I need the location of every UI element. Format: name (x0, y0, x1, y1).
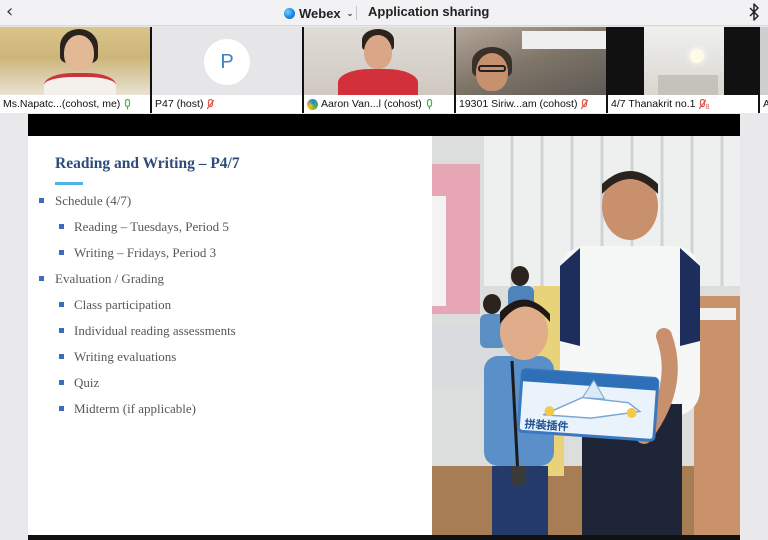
slide-title: Reading and Writing – P4/7 (55, 155, 240, 172)
participant-video (456, 27, 606, 95)
bullet-marker (59, 380, 64, 385)
slide-bullet-level2: Quiz (74, 375, 100, 390)
bullet-marker (59, 302, 64, 307)
participant-tile-1[interactable]: Ms.Napatc...(cohost, me) (0, 27, 152, 113)
participant-name-bar: 19301 Siriw...am (cohost) (456, 95, 606, 113)
participant-strip: Ms.Napatc...(cohost, me) P P47 (host) Aa… (0, 27, 768, 113)
participant-video (0, 27, 150, 103)
bullet-marker (59, 328, 64, 333)
participant-name-bar: P47 (host) (152, 95, 302, 113)
participant-name-bar: Aaron Van...l (cohost) (304, 95, 454, 113)
back-chevron-icon[interactable]: ‹ (6, 2, 24, 22)
share-bottom-edge (28, 535, 740, 540)
webex-logo-icon (284, 7, 295, 19)
bullet-marker (59, 224, 64, 229)
bluetooth-icon (749, 3, 759, 21)
slide-bullet-level1: Schedule (4/7) (55, 193, 132, 208)
slide-bullet-level2: Reading – Tuesdays, Period 5 (74, 219, 229, 234)
participant-tile-5[interactable]: 4/7 Thanakrit no.1 8 (608, 27, 760, 113)
participant-tile-2[interactable]: P P47 (host) (152, 27, 304, 113)
bullet-marker (59, 250, 64, 255)
slide-bullet-level1: Evaluation / Grading (55, 271, 165, 286)
participant-tile-4[interactable]: 19301 Siriw...am (cohost) (456, 27, 608, 113)
participant-video (304, 27, 454, 103)
chevron-down-icon: ⌄ (346, 8, 354, 18)
participant-video: P (152, 27, 302, 95)
bullet-marker (39, 198, 44, 203)
mic-muted-icon[interactable] (207, 98, 215, 110)
participant-name: A (763, 98, 768, 110)
slide-bullet-level2: Writing evaluations (74, 349, 177, 364)
slide-bullet-level2: Individual reading assessments (74, 323, 236, 338)
participant-video (760, 27, 768, 95)
participant-name-bar: A (760, 95, 768, 113)
title-accent-rule (55, 182, 83, 185)
slide-bullet-level2: Writing – Fridays, Period 3 (74, 245, 217, 260)
mic-muted-icon[interactable] (581, 98, 589, 110)
participant-avatar: P (204, 39, 250, 85)
participant-name: P47 (host) (155, 98, 204, 110)
bullet-marker (59, 406, 64, 411)
bullet-marker (39, 276, 44, 281)
participant-video (608, 27, 758, 95)
shared-slide: Reading and Writing – P4/7 Schedule (4/7… (28, 136, 432, 536)
mic-sub-label: 8 (705, 104, 710, 111)
participant-name: 4/7 Thanakrit no.1 (611, 98, 696, 110)
participant-name: Aaron Van...l (cohost) (321, 98, 422, 110)
webex-presence-icon (307, 98, 318, 110)
webex-app-menu[interactable]: Webex ⌄ (284, 4, 353, 22)
slide-bullet-level2: Class participation (74, 297, 172, 312)
mic-on-icon[interactable] (426, 98, 433, 110)
window-title-bar: ‹ Webex ⌄ Application sharing (0, 0, 768, 26)
participant-name-bar: Ms.Napatc...(cohost, me) (0, 95, 150, 113)
classroom-photo-illustration: 拼装插件 (432, 136, 740, 536)
application-sharing-label: Application sharing (368, 4, 490, 19)
bullet-marker (59, 354, 64, 359)
title-divider (356, 6, 357, 20)
participant-name: 19301 Siriw...am (cohost) (459, 98, 578, 110)
mic-on-icon[interactable] (124, 98, 131, 110)
participant-name: Ms.Napatc...(cohost, me) (3, 98, 121, 110)
app-name: Webex (299, 5, 341, 21)
participant-name-bar: 4/7 Thanakrit no.1 8 (608, 95, 758, 113)
participant-tile-6[interactable]: A (760, 27, 768, 113)
participant-tile-3[interactable]: Aaron Van...l (cohost) (304, 27, 456, 113)
slide-photo: 拼装插件 (432, 136, 740, 536)
slide-bullet-level2: Midterm (if applicable) (74, 401, 197, 416)
